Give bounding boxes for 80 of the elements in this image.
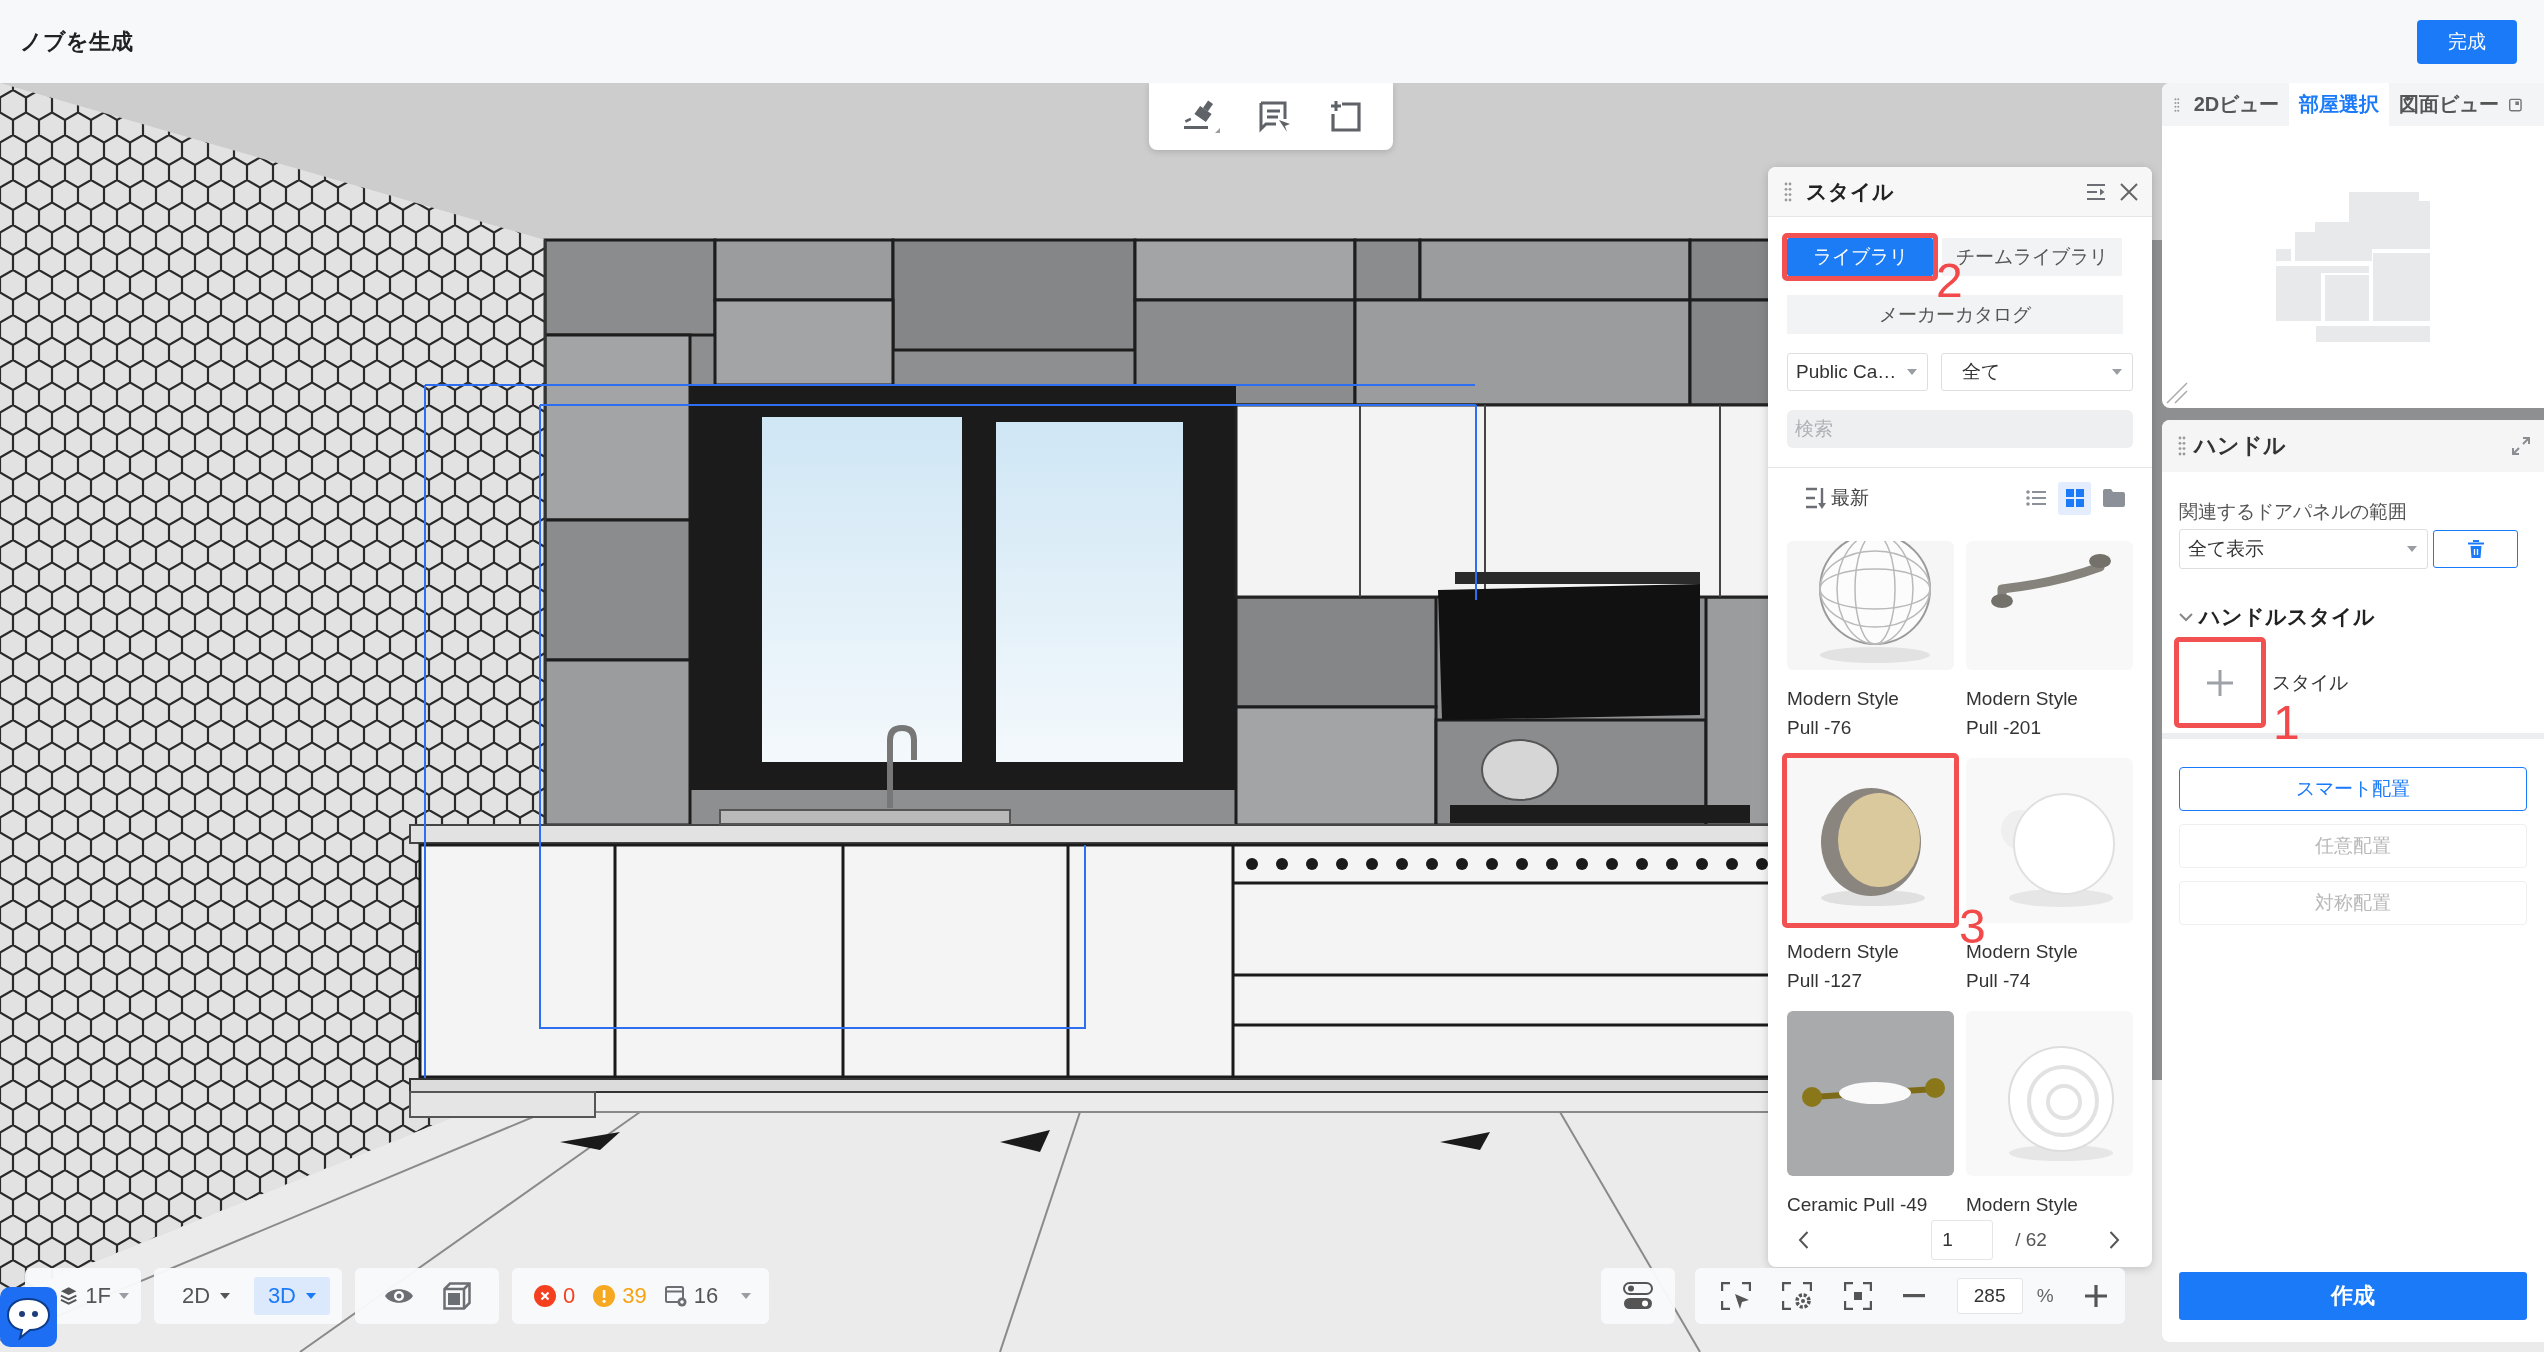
floor-joint (1440, 1132, 1490, 1150)
chevron-icon[interactable] (2179, 612, 2193, 622)
toggle-icon[interactable] (1623, 1282, 1653, 1310)
error-count: 0 (563, 1283, 576, 1309)
style-label: スタイル (2272, 670, 2348, 695)
view-mode-button[interactable] (2058, 481, 2091, 515)
section-title: ハンドルスタイル (2199, 604, 2375, 630)
chat-bubble-icon[interactable] (0, 1287, 57, 1347)
sort-button[interactable]: 最新 (1805, 485, 1869, 511)
product-name: Modern Style Pull -201 (1966, 687, 2079, 740)
search-field[interactable]: 検索 (1787, 410, 2133, 448)
scope-select[interactable]: 全て表示 (2179, 529, 2428, 569)
page-total: / 62 (2015, 1229, 2047, 1251)
drag-handle-icon[interactable] (1784, 181, 1792, 202)
plus-icon (2207, 669, 2233, 696)
bar-handle-drawing[interactable] (1787, 1011, 1954, 1176)
floor-joint (560, 1132, 620, 1150)
stone-tile (1353, 238, 1422, 302)
product-name: Modern Style Pull -127 (1787, 940, 1900, 993)
callout-number: 1 (2273, 704, 2300, 742)
product-name: Ceramic Pull -49 (1787, 1193, 1929, 1217)
add-frame-icon[interactable] (1329, 99, 1363, 134)
floor-joint (1000, 1130, 1050, 1152)
drag-handle-icon[interactable] (2178, 436, 2186, 456)
collapse-icon[interactable] (2086, 182, 2106, 201)
done-button[interactable]: 完成 (2417, 19, 2517, 64)
items-count: 16 (693, 1283, 719, 1309)
plus-icon[interactable] (2084, 1285, 2107, 1307)
note-cursor-icon[interactable] (1258, 99, 1292, 134)
zoom-field[interactable]: 285 (1956, 1278, 2023, 1314)
focus-icon[interactable] (1843, 1282, 1872, 1310)
chevron-right-icon[interactable] (2109, 1231, 2120, 1249)
placement-button[interactable]: スマート配置 (2179, 767, 2527, 811)
panel-title: スタイル (1806, 178, 1895, 205)
field-label: 関連するドアパネルの範囲 (2179, 500, 2408, 524)
folder-icon (2102, 489, 2125, 507)
page-title: ノブを生成 (20, 27, 133, 56)
issue-summary[interactable]: 0 39 16 (512, 1268, 769, 1324)
view-mode-button[interactable]: 2D (168, 1277, 245, 1315)
grid-icon (2065, 489, 2084, 507)
caret-icon (741, 1293, 751, 1299)
window-badge-icon (664, 1285, 687, 1307)
layers-icon (60, 1286, 78, 1306)
filter-select[interactable]: Public Ca… (1787, 353, 1928, 391)
error-icon (534, 1285, 556, 1307)
minus-icon[interactable] (1903, 1294, 1926, 1298)
caret-icon (2112, 369, 2122, 375)
warning-icon (593, 1285, 616, 1307)
sort-icon (1805, 486, 1827, 510)
filter-select[interactable]: 全て (1941, 353, 2133, 391)
delete-button[interactable] (2433, 530, 2518, 568)
zoom-unit: % (2036, 1285, 2054, 1307)
bar-handle-drawing[interactable] (1966, 541, 2133, 670)
resize-grip-icon[interactable] (2166, 382, 2188, 404)
eye-icon[interactable] (383, 1286, 414, 1306)
create-button[interactable]: 作成 (2179, 1272, 2527, 1320)
view-tab[interactable]: 部屋選択 (2289, 83, 2390, 126)
caret-icon (119, 1293, 129, 1299)
warning-count: 39 (622, 1283, 647, 1309)
panel-title: ハンドル (2194, 432, 2287, 460)
trash-icon (2467, 540, 2484, 558)
cube-icon[interactable] (442, 1282, 471, 1310)
close-icon[interactable] (2120, 182, 2138, 201)
list-icon (2025, 490, 2046, 506)
frame-select-icon[interactable] (1721, 1282, 1751, 1310)
library-tab[interactable]: ライブラリ (1787, 238, 1933, 276)
expand-icon[interactable] (2512, 437, 2530, 455)
callout-number: 3 (1959, 908, 1986, 946)
brush-icon[interactable] (1181, 99, 1221, 134)
product-name: Modern Style Pull -76 (1787, 687, 1900, 740)
frame-settings-icon[interactable] (1782, 1282, 1813, 1310)
view-tab[interactable]: 2Dビュー (2183, 83, 2290, 126)
caret-icon (1907, 369, 1917, 375)
product-name: Modern Style (1966, 1193, 2079, 1217)
caret-icon (306, 1293, 316, 1299)
view-tab[interactable]: 図面ビュー (2389, 83, 2510, 126)
caret-icon (220, 1293, 231, 1299)
caret-icon (2407, 546, 2417, 552)
page-field[interactable]: 1 (1931, 1220, 1994, 1260)
chevron-left-icon[interactable] (1798, 1231, 1809, 1249)
